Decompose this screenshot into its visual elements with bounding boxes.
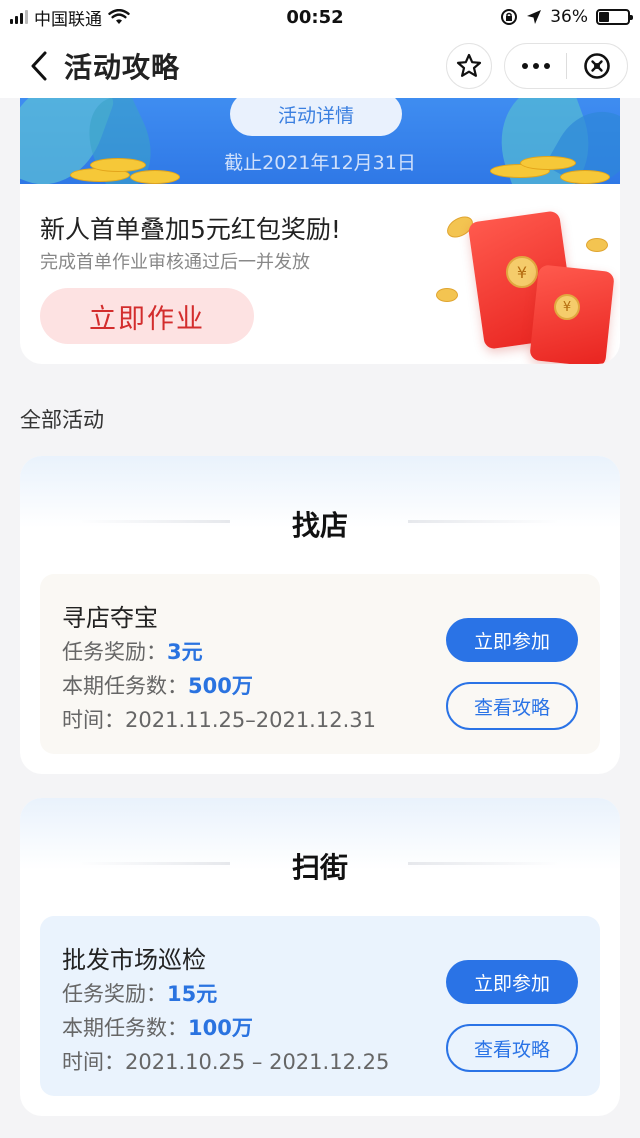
gold-coin-decor xyxy=(586,238,608,252)
clock: 00:52 xyxy=(286,6,344,28)
start-task-button[interactable]: 立即作业 xyxy=(40,288,254,344)
promo-subtitle: 完成首单作业审核通过后一并发放 xyxy=(40,252,310,273)
promo-banner: 活动详情 截止2021年12月31日 xyxy=(20,98,620,184)
mini-program-capsule xyxy=(504,43,628,89)
close-button[interactable] xyxy=(567,43,627,89)
task-time: 时间：2021.11.25–2021.12.31 xyxy=(62,704,376,734)
activity-category-title: 扫街 xyxy=(291,851,348,884)
envelope-seal: ¥ xyxy=(506,256,538,288)
title-divider-right xyxy=(408,520,558,523)
location-arrow-icon xyxy=(527,10,542,24)
more-icon[interactable] xyxy=(505,43,566,89)
promo-card: 活动详情 截止2021年12月31日 新人首单叠加5元红包奖励! 完成首单作业审… xyxy=(20,98,620,364)
gold-coin-decor xyxy=(436,288,458,302)
count-value: 500万 xyxy=(188,674,253,698)
task-count: 本期任务数：500万 xyxy=(62,670,253,700)
task-time: 时间：2021.10.25 – 2021.12.25 xyxy=(62,1046,389,1076)
task-panel: 寻店夺宝 任务奖励：3元 本期任务数：500万 时间：2021.11.25–20… xyxy=(40,574,600,754)
reward-label: 任务奖励： xyxy=(62,640,167,664)
status-bar: 中国联通 00:52 36% xyxy=(0,0,640,34)
count-label: 本期任务数： xyxy=(62,1016,188,1040)
carrier-label: 中国联通 xyxy=(34,9,102,30)
task-reward: 任务奖励：3元 xyxy=(62,636,203,666)
deadline-text: 截止2021年12月31日 xyxy=(224,152,416,174)
title-divider-right xyxy=(408,862,558,865)
wifi-icon xyxy=(108,9,130,24)
activity-detail-button[interactable]: 活动详情 xyxy=(230,98,402,136)
count-value: 100万 xyxy=(188,1016,253,1040)
time-value: 2021.10.25 – 2021.12.25 xyxy=(125,1050,390,1074)
task-reward: 任务奖励：15元 xyxy=(62,978,217,1008)
time-value: 2021.11.25–2021.12.31 xyxy=(125,708,376,732)
star-icon xyxy=(456,53,482,77)
reward-value: 15元 xyxy=(167,982,218,1006)
task-panel: 批发市场巡检 任务奖励：15元 本期任务数：100万 时间：2021.10.25… xyxy=(40,916,600,1096)
battery-percent: 36% xyxy=(550,7,588,27)
view-guide-button[interactable]: 查看攻略 xyxy=(446,682,578,730)
activity-card: 扫街 批发市场巡检 任务奖励：15元 本期任务数：100万 时间：2021.10… xyxy=(20,798,620,1116)
battery-icon xyxy=(596,9,633,25)
join-button[interactable]: 立即参加 xyxy=(446,960,578,1004)
view-guide-button[interactable]: 查看攻略 xyxy=(446,1024,578,1072)
time-label: 时间： xyxy=(62,1050,125,1074)
reward-label: 任务奖励： xyxy=(62,982,167,1006)
page-title: 活动攻略 xyxy=(64,51,181,84)
promo-title: 新人首单叠加5元红包奖励! xyxy=(40,215,341,244)
section-label: 全部活动 xyxy=(20,408,104,432)
lock-rotation-icon xyxy=(501,9,518,25)
nav-bar: 活动攻略 xyxy=(0,34,640,98)
task-name: 批发市场巡检 xyxy=(62,946,206,974)
back-button[interactable] xyxy=(14,34,64,98)
signal-icon xyxy=(10,10,28,24)
count-label: 本期任务数： xyxy=(62,674,188,698)
reward-value: 3元 xyxy=(167,640,203,664)
favorite-button[interactable] xyxy=(446,43,492,89)
task-name: 寻店夺宝 xyxy=(62,604,158,632)
join-button[interactable]: 立即参加 xyxy=(446,618,578,662)
activity-category-title: 找店 xyxy=(291,509,348,542)
back-chevron-icon xyxy=(31,51,47,81)
red-envelope-icon: ¥ ¥ xyxy=(416,208,620,364)
envelope-seal: ¥ xyxy=(554,294,580,320)
close-circle-icon xyxy=(584,53,610,79)
task-count: 本期任务数：100万 xyxy=(62,1012,253,1042)
activity-card: 找店 寻店夺宝 任务奖励：3元 本期任务数：500万 时间：2021.11.25… xyxy=(20,456,620,774)
time-label: 时间： xyxy=(62,708,125,732)
